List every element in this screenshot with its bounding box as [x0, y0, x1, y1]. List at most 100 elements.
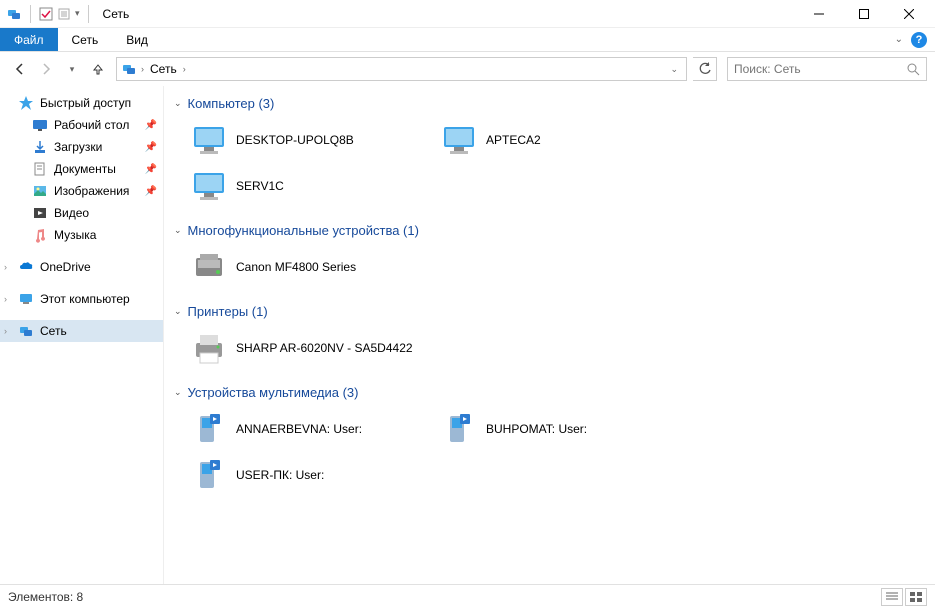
sidebar-item-pictures[interactable]: Изображения 📌	[0, 180, 163, 202]
pin-icon: 📌	[145, 186, 157, 197]
chevron-down-icon: ⌄	[174, 306, 182, 317]
pin-icon: 📌	[145, 120, 157, 131]
item-label: SHARP AR-6020NV - SA5D4422	[236, 341, 413, 355]
window-title: Сеть	[103, 7, 130, 21]
sidebar-label: Сеть	[40, 324, 67, 338]
sidebar-item-music[interactable]: Музыка	[0, 224, 163, 246]
search-input[interactable]	[734, 62, 906, 76]
sidebar-item-videos[interactable]: Видео	[0, 202, 163, 224]
search-box[interactable]	[727, 57, 927, 81]
network-icon	[18, 323, 34, 339]
network-item[interactable]: SERV1C	[186, 163, 436, 209]
onedrive-icon	[18, 259, 34, 275]
group-title: Компьютер (3)	[188, 96, 275, 111]
network-item[interactable]: ANNAERBEVNA: User:	[186, 406, 436, 452]
ribbon-tab-network[interactable]: Сеть	[58, 28, 113, 51]
item-label: BUHPOMAT: User:	[486, 422, 587, 436]
chevron-down-icon: ⌄	[174, 98, 182, 109]
close-button[interactable]	[886, 0, 931, 28]
videos-icon	[32, 205, 48, 221]
separator	[30, 5, 31, 23]
sidebar-item-downloads[interactable]: Загрузки 📌	[0, 136, 163, 158]
downloads-icon	[32, 139, 48, 155]
up-button[interactable]	[86, 57, 110, 81]
separator	[88, 5, 89, 23]
network-item[interactable]: SHARP AR-6020NV - SA5D4422	[186, 325, 436, 371]
ribbon-tab-view[interactable]: Вид	[112, 28, 162, 51]
mfp-icon	[190, 248, 228, 286]
minimize-button[interactable]	[796, 0, 841, 28]
group-title: Устройства мультимедиа (3)	[188, 385, 359, 400]
search-icon[interactable]	[906, 62, 920, 76]
recent-dropdown-icon[interactable]: ▾	[60, 57, 84, 81]
sidebar-label: Этот компьютер	[40, 292, 130, 306]
expand-icon[interactable]: ›	[4, 262, 7, 272]
sidebar-item-desktop[interactable]: Рабочий стол 📌	[0, 114, 163, 136]
qat-dropdown-icon[interactable]: ▾	[75, 8, 80, 19]
crumb-sep-icon[interactable]: ›	[141, 64, 144, 74]
media-icon	[440, 410, 478, 448]
ribbon-expand-icon[interactable]: ⌄	[895, 34, 903, 45]
printer-icon	[190, 329, 228, 367]
maximize-button[interactable]	[841, 0, 886, 28]
network-icon	[6, 6, 22, 22]
breadcrumb-item[interactable]: Сеть	[148, 62, 179, 76]
group-header[interactable]: ⌄ Устройства мультимедиа (3)	[174, 381, 925, 406]
computer-icon	[440, 121, 478, 159]
item-label: SERV1C	[236, 179, 284, 193]
desktop-icon	[32, 117, 48, 133]
pc-icon	[18, 291, 34, 307]
item-label: USER-ПК: User:	[236, 468, 324, 482]
item-label: APTECA2	[486, 133, 541, 147]
group-header[interactable]: ⌄ Компьютер (3)	[174, 92, 925, 117]
computer-icon	[190, 167, 228, 205]
pictures-icon	[32, 183, 48, 199]
qat-properties-icon[interactable]	[57, 7, 71, 21]
sidebar-this-pc[interactable]: › Этот компьютер	[0, 288, 163, 310]
refresh-button[interactable]	[693, 57, 717, 81]
group-title: Многофункциональные устройства (1)	[188, 223, 419, 238]
forward-button[interactable]	[34, 57, 58, 81]
qat-checkbox-icon[interactable]	[39, 7, 53, 21]
view-icons-button[interactable]	[905, 588, 927, 606]
music-icon	[32, 227, 48, 243]
sidebar-item-documents[interactable]: Документы 📌	[0, 158, 163, 180]
star-icon	[18, 95, 34, 111]
network-item[interactable]: BUHPOMAT: User:	[436, 406, 686, 452]
network-item[interactable]: DESKTOP-UPOLQ8B	[186, 117, 436, 163]
address-dropdown-icon[interactable]: ⌄	[666, 64, 682, 75]
sidebar-label: Изображения	[54, 184, 129, 198]
network-item[interactable]: APTECA2	[436, 117, 686, 163]
sidebar: Быстрый доступ Рабочий стол 📌 Загрузки 📌…	[0, 86, 164, 584]
sidebar-label: Рабочий стол	[54, 118, 129, 132]
group-header[interactable]: ⌄Многофункциональные устройства (1)	[174, 219, 925, 244]
item-label: DESKTOP-UPOLQ8B	[236, 133, 354, 147]
documents-icon	[32, 161, 48, 177]
sidebar-onedrive[interactable]: › OneDrive	[0, 256, 163, 278]
sidebar-label: Быстрый доступ	[40, 96, 131, 110]
chevron-down-icon: ⌄	[174, 387, 182, 398]
sidebar-network[interactable]: › Сеть	[0, 320, 163, 342]
back-button[interactable]	[8, 57, 32, 81]
ribbon: Файл Сеть Вид ⌄ ?	[0, 28, 935, 52]
pin-icon: 📌	[145, 142, 157, 153]
ribbon-tab-file[interactable]: Файл	[0, 28, 58, 51]
media-icon	[190, 410, 228, 448]
sidebar-quick-access[interactable]: Быстрый доступ	[0, 92, 163, 114]
address-bar[interactable]: › Сеть › ⌄	[116, 57, 687, 81]
network-item[interactable]: USER-ПК: User:	[186, 452, 436, 498]
group-title: Принтеры (1)	[188, 304, 268, 319]
crumb-sep-icon[interactable]: ›	[183, 64, 186, 74]
computer-icon	[190, 121, 228, 159]
expand-icon[interactable]: ›	[4, 294, 7, 304]
item-label: ANNAERBEVNA: User:	[236, 422, 362, 436]
statusbar: Элементов: 8	[0, 584, 935, 608]
sidebar-label: Загрузки	[54, 140, 102, 154]
view-details-button[interactable]	[881, 588, 903, 606]
help-icon[interactable]: ?	[911, 32, 927, 48]
group-header[interactable]: ⌄ Принтеры (1)	[174, 300, 925, 325]
network-item[interactable]: Canon MF4800 Series	[186, 244, 436, 290]
item-label: Canon MF4800 Series	[236, 260, 356, 274]
pin-icon: 📌	[145, 164, 157, 175]
expand-icon[interactable]: ›	[4, 326, 7, 336]
